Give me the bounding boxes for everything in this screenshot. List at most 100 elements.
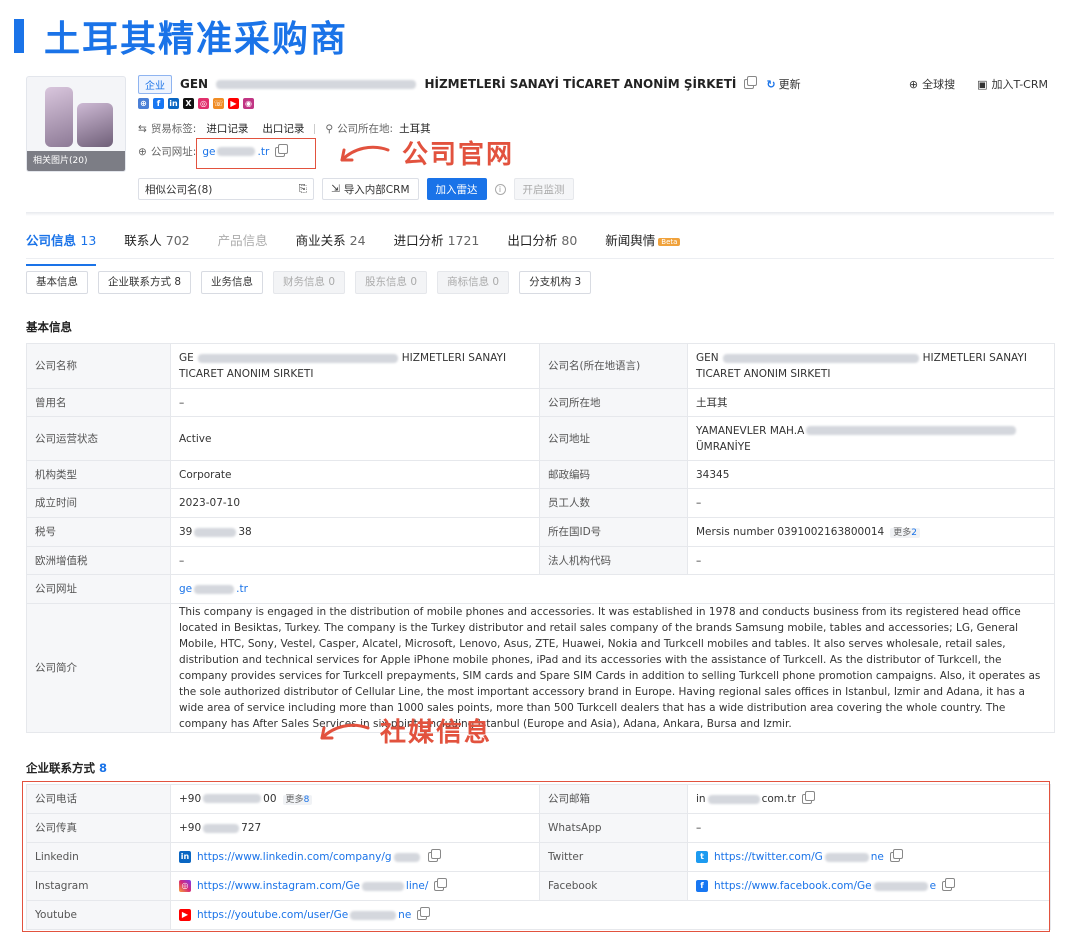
field-value: Corporate xyxy=(170,460,540,489)
tab-business-relations[interactable]: 商业关系 24 xyxy=(296,230,366,256)
info-icon[interactable]: i xyxy=(494,183,506,195)
redacted-text xyxy=(216,80,417,89)
subtab-basic-info[interactable]: 基本信息 xyxy=(26,271,88,294)
more-count: 2 xyxy=(911,527,917,538)
company-image[interactable]: 相关图片(20) xyxy=(26,76,126,172)
more-button[interactable]: 更多2 xyxy=(890,527,920,538)
website-value: ge .tr xyxy=(170,574,1055,604)
field-value: – xyxy=(687,488,1055,518)
import-crm-label: 导入内部CRM xyxy=(343,183,410,196)
field-label: 所在国ID号 xyxy=(539,517,688,547)
subtab-shareholder-info[interactable]: 股东信息 0 xyxy=(355,271,428,294)
value-part: ÜMRANİYE xyxy=(696,440,751,453)
table-row: 曾用名 – 公司所在地 土耳其 xyxy=(26,388,1055,417)
table-row: 公司名称 GE HIZMETLERI SANAYI TICARET ANONIM S… xyxy=(26,343,1055,389)
subtab-branches[interactable]: 分支机构 3 xyxy=(519,271,592,294)
global-search-button[interactable]: ⊕ 全球搜 xyxy=(909,76,955,92)
table-row: 欧洲增值税 – 法人机构代码 – xyxy=(26,546,1055,575)
beta-badge: Beta xyxy=(658,237,681,246)
field-label: 公司运营状态 xyxy=(26,416,171,461)
sub-tabs: 基本信息 企业联系方式 8 业务信息 财务信息 0 股东信息 0 商标信息 0 … xyxy=(26,271,592,294)
field-value: Active xyxy=(170,416,540,461)
subtab-contact-info[interactable]: 企业联系方式 8 xyxy=(98,271,192,294)
add-crm-label: 加入T-CRM xyxy=(991,78,1049,91)
add-radar-button[interactable]: 加入雷达 xyxy=(426,178,487,200)
tab-count: 24 xyxy=(349,233,366,248)
annotation-website: 公司官网 xyxy=(402,140,515,170)
crm-icon: ▣ xyxy=(977,78,988,91)
tab-count: 702 xyxy=(165,233,190,248)
company-name-end: HİZMETLERİ SANAYİ TİCARET ANONİM ŞİRKETİ xyxy=(424,77,737,91)
table-row: 公司网址 ge .tr xyxy=(26,574,1055,604)
website-icon[interactable]: ⊕ xyxy=(138,98,149,109)
contact-info-title: 企业联系方式 8 xyxy=(26,760,107,776)
export-record-link[interactable]: 出口记录 xyxy=(262,121,304,136)
add-crm-button[interactable]: ▣ 加入T-CRM xyxy=(977,76,1048,92)
field-label: 法人机构代码 xyxy=(539,546,688,575)
facebook-icon[interactable]: f xyxy=(153,98,164,109)
similar-companies-label: 相似公司名(8) xyxy=(145,183,213,196)
section-label: 企业联系方式 xyxy=(26,761,95,775)
field-value: – xyxy=(170,546,540,575)
website-link[interactable]: ge .tr xyxy=(179,583,248,595)
redacted-text xyxy=(722,353,919,363)
company-name-start: GEN xyxy=(180,77,209,91)
subtab-business-info[interactable]: 业务信息 xyxy=(201,271,264,294)
social-icons-row: ⊕ f in X ◎ ☏ ▶ ◉ xyxy=(138,98,254,109)
website-highlight-box xyxy=(196,138,316,169)
field-label: 公司名(所在地语言) xyxy=(539,343,688,389)
value-part: ge xyxy=(179,583,193,595)
search-doc-icon: ⎘ xyxy=(298,182,307,195)
tab-contacts[interactable]: 联系人 702 xyxy=(124,230,189,256)
similar-companies-select[interactable]: 相似公司名(8) ⎘ xyxy=(138,178,314,200)
value-part: HIZMETLERI SANAYI xyxy=(401,352,507,364)
import-crm-button[interactable]: ⇲ 导入内部CRM xyxy=(322,178,419,200)
field-label: 税号 xyxy=(26,517,171,547)
tab-products[interactable]: 产品信息 xyxy=(218,230,268,256)
import-record-link[interactable]: 进口记录 xyxy=(206,121,248,136)
value-part: TICARET ANONIM SIRKETI xyxy=(179,368,314,380)
import-icon: ⇲ xyxy=(331,183,340,195)
value-part: GEN xyxy=(696,352,719,364)
subtab-trademark-info[interactable]: 商标信息 0 xyxy=(437,271,510,294)
copy-icon[interactable] xyxy=(744,76,758,89)
page-title-text: 土耳其精准采购商 xyxy=(44,19,349,60)
tab-news[interactable]: 新闻舆情 Beta xyxy=(605,230,681,256)
field-value: – xyxy=(687,546,1055,575)
contact-highlight-box xyxy=(22,781,1050,932)
company-name-value: GE HIZMETLERI SANAYI TICARET ANONIM SIRKET… xyxy=(170,343,540,389)
tab-count: 1721 xyxy=(447,233,480,248)
field-label: 公司简介 xyxy=(26,603,171,733)
tab-export-analysis[interactable]: 出口分析 80 xyxy=(507,230,577,256)
location-icon: ⚲ xyxy=(325,122,334,135)
phone-icon[interactable]: ☏ xyxy=(213,98,224,109)
value-part: Mersis number 0391002163800014 xyxy=(696,525,885,538)
page-title: 土耳其精准采购商 xyxy=(14,14,348,60)
tab-import-analysis[interactable]: 进口分析 1721 xyxy=(394,230,480,256)
main-tabs: 公司信息 13 联系人 702 产品信息 商业关系 24 进口分析 1721 出… xyxy=(26,230,708,266)
tab-label: 新闻舆情 xyxy=(605,233,656,248)
update-label: 更新 xyxy=(778,78,801,91)
tax-value: 39 38 xyxy=(170,517,540,547)
update-button[interactable]: ↻ 更新 xyxy=(766,76,800,92)
company-description: This company is engaged in the distribut… xyxy=(170,603,1055,733)
redacted-text xyxy=(197,353,398,363)
field-label: 公司所在地 xyxy=(539,388,688,417)
refresh-icon: ↻ xyxy=(766,78,776,91)
website-label: 公司网址: xyxy=(150,146,197,158)
table-row: 成立时间 2023-07-10 员工人数 – xyxy=(26,488,1055,518)
basic-info-title: 基本信息 xyxy=(26,320,72,334)
x-twitter-icon[interactable]: X xyxy=(183,98,194,109)
table-row: 公司简介 This company is engaged in the dist… xyxy=(26,603,1055,733)
value-part: YAMANEVLER MAH.A xyxy=(696,424,805,437)
monitor-button[interactable]: 开启监测 xyxy=(513,178,574,200)
globe-icon: ⊕ xyxy=(908,78,919,91)
youtube-icon[interactable]: ▶ xyxy=(228,98,239,109)
tab-company-info[interactable]: 公司信息 13 xyxy=(26,230,97,266)
address-value: YAMANEVLER MAH.A ÜMRANİYE xyxy=(687,416,1055,461)
instagram-icon[interactable]: ◎ xyxy=(198,98,209,109)
instagram-alt-icon[interactable]: ◉ xyxy=(243,98,254,109)
subtab-financial-info[interactable]: 财务信息 0 xyxy=(273,271,346,294)
linkedin-icon[interactable]: in xyxy=(168,98,179,109)
tab-label: 出口分析 xyxy=(507,233,558,248)
